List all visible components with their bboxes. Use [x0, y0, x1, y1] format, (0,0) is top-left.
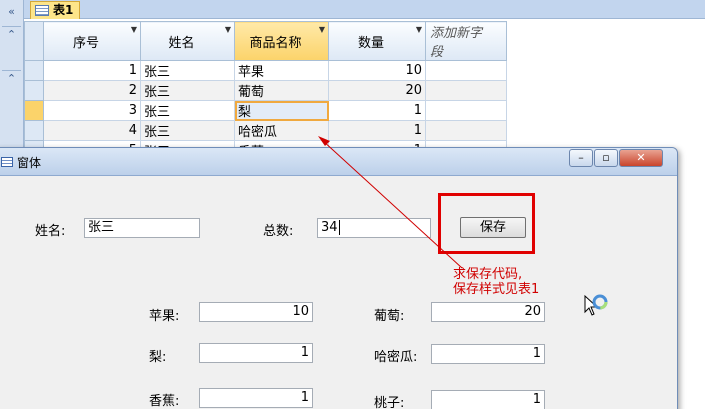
arrow-line — [321, 139, 463, 269]
arrow-head — [318, 136, 330, 146]
annotation-arrow — [318, 136, 463, 269]
busy-pointer-icon — [584, 294, 608, 316]
